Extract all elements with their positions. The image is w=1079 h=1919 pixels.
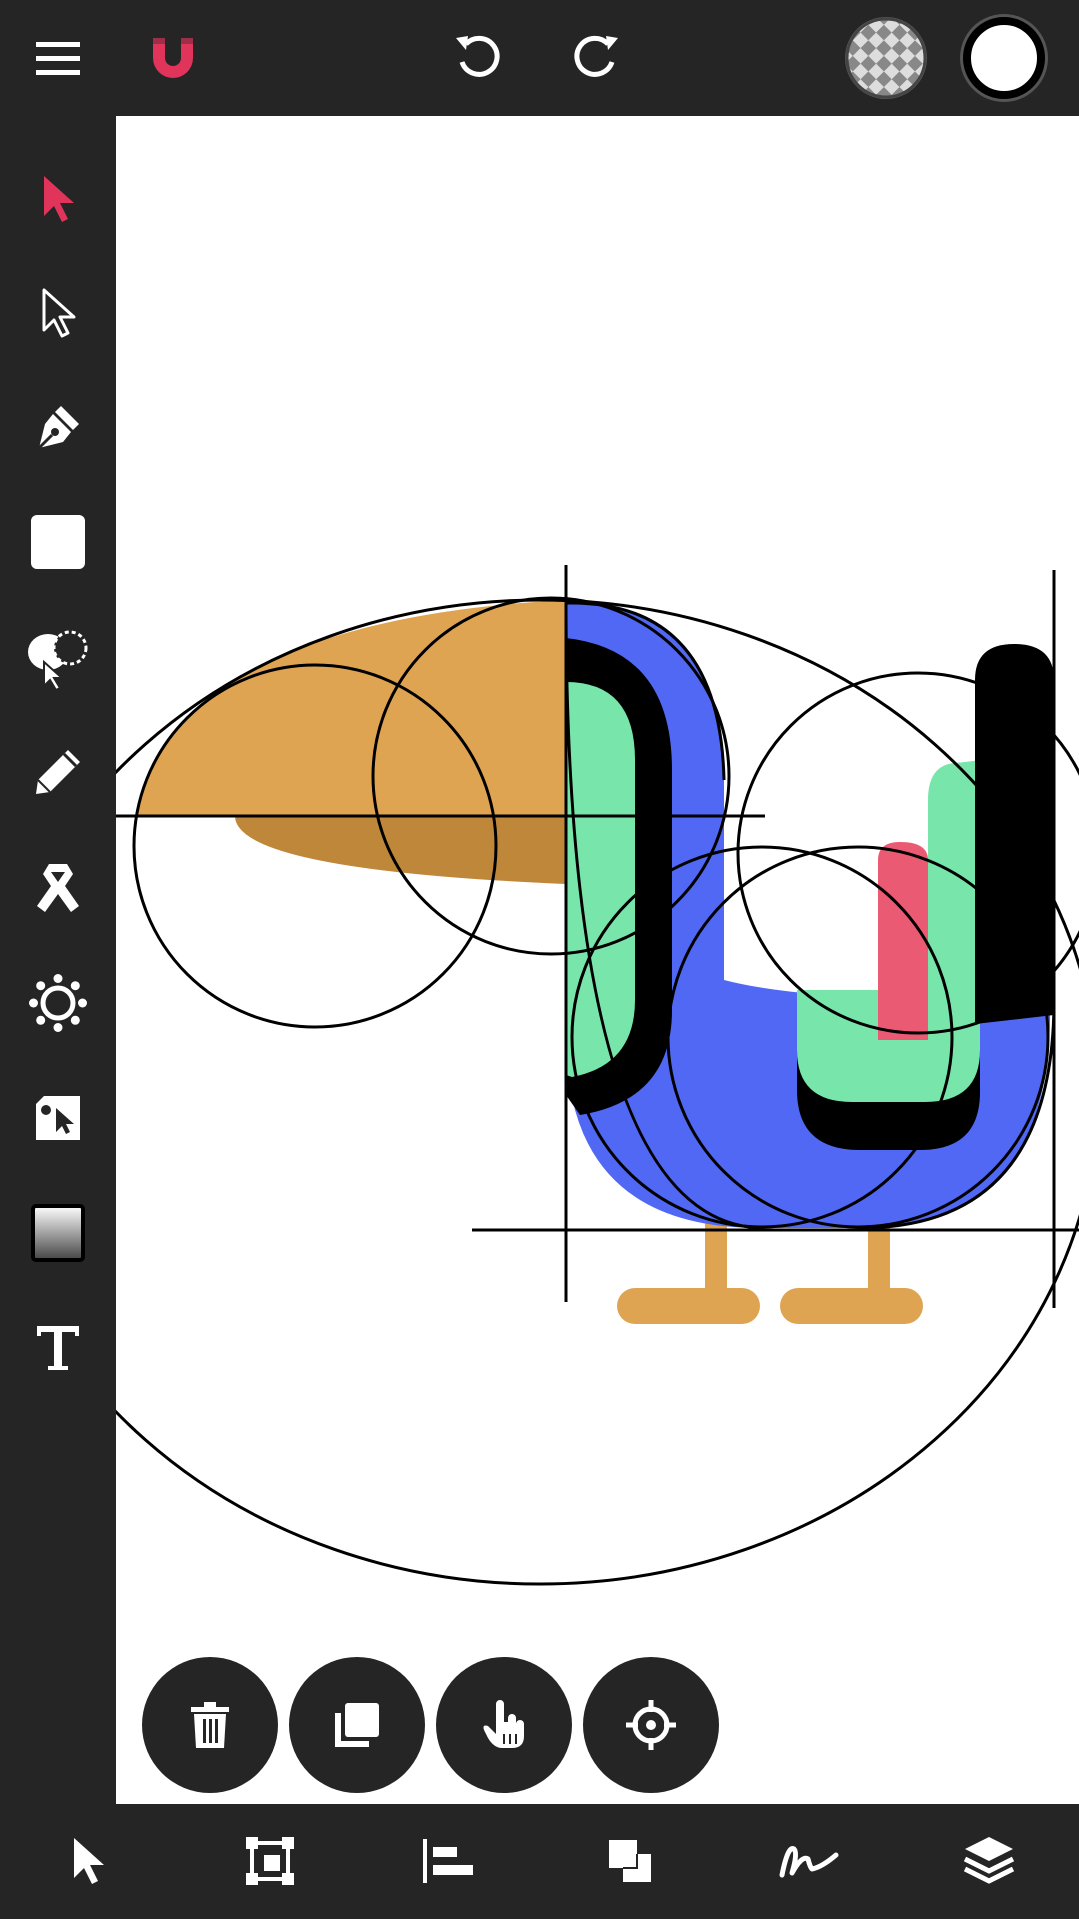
- foot-right: [780, 1288, 923, 1324]
- duplicate-button[interactable]: [289, 1657, 425, 1793]
- ribbon-icon[interactable]: [28, 857, 88, 917]
- image-cursor-icon[interactable]: [28, 1088, 88, 1148]
- duplicate-icon: [333, 1701, 381, 1749]
- bottom-toolbar: [0, 1804, 1079, 1919]
- boolean-shapes-icon[interactable]: [599, 1830, 661, 1892]
- gradient-icon[interactable]: [28, 1203, 88, 1263]
- layers-icon[interactable]: [958, 1830, 1020, 1892]
- undo-icon[interactable]: [448, 28, 508, 88]
- redo-icon[interactable]: [566, 28, 626, 88]
- foot-left: [617, 1288, 760, 1324]
- checkerboard-fill-swatch[interactable]: [845, 17, 927, 99]
- select-arrow-icon[interactable]: [28, 168, 88, 228]
- pan-button[interactable]: [436, 1657, 572, 1793]
- tail-pink: [878, 842, 928, 1040]
- delete-button[interactable]: [142, 1657, 278, 1793]
- tool-sidebar: [0, 116, 116, 1804]
- transform-frame-icon[interactable]: [239, 1830, 301, 1892]
- rectangle-icon[interactable]: [28, 512, 88, 572]
- direct-select-arrow-icon[interactable]: [28, 282, 88, 342]
- signature-icon[interactable]: [778, 1830, 840, 1892]
- toucan-artwork[interactable]: [116, 116, 1079, 1804]
- center-view-button[interactable]: [583, 1657, 719, 1793]
- gear-icon[interactable]: [27, 972, 89, 1034]
- white-stroke-swatch[interactable]: [963, 17, 1045, 99]
- align-left-icon[interactable]: [417, 1830, 479, 1892]
- hamburger-menu-icon[interactable]: [28, 30, 88, 86]
- top-toolbar: [0, 0, 1079, 116]
- shape-builder-icon[interactable]: [24, 624, 92, 692]
- magnet-logo-icon[interactable]: [143, 30, 203, 86]
- crosshair-icon: [626, 1700, 676, 1750]
- trash-icon: [189, 1701, 231, 1749]
- select-arrow-icon[interactable]: [58, 1830, 118, 1890]
- pencil-icon[interactable]: [28, 742, 88, 802]
- drawing-canvas[interactable]: [116, 116, 1079, 1804]
- pen-nib-icon[interactable]: [28, 397, 88, 457]
- text-tool-icon[interactable]: [28, 1318, 88, 1378]
- hand-pointer-icon: [482, 1700, 526, 1750]
